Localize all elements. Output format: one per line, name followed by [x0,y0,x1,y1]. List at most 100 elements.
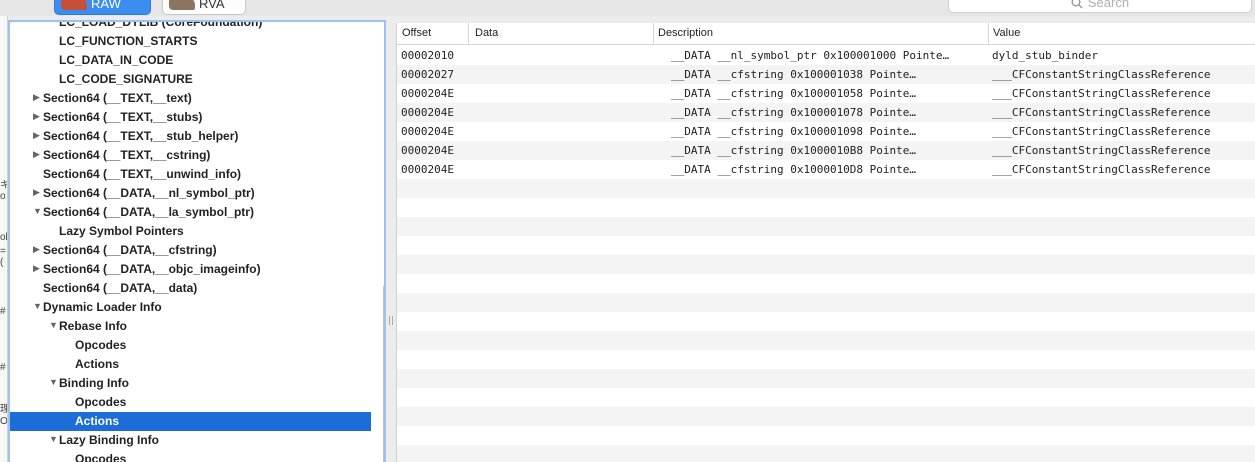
outline-item[interactable]: LC_FUNCTION_STARTS [10,32,371,51]
segment-rva[interactable]: RVA [162,0,246,15]
outline-item-label: Opcodes [75,338,127,352]
disclosure-collapsed-icon[interactable]: ▶ [33,244,40,255]
table-row-empty[interactable] [397,255,1255,274]
outline-item-label: Section64 (__TEXT,__stub_helper) [43,129,239,143]
outline-item[interactable]: Opcodes [10,393,371,412]
disclosure-expanded-icon[interactable]: ▼ [49,377,58,387]
outline-item[interactable]: LC_CODE_SIGNATURE [10,70,371,89]
data-table: Offset Data Description Value 00002010 __… [396,23,1255,462]
segment-rva-label: RVA [199,0,225,11]
outline-item-label: Rebase Info [59,319,128,333]
outline-item[interactable]: ▶ Section64 (__TEXT,__cstring) [10,146,371,165]
outline-item[interactable]: ▼ Rebase Info [10,317,371,336]
column-separator[interactable] [653,23,654,45]
outline-item[interactable]: ▶ Section64 (__TEXT,__stub_helper) [10,127,371,146]
cell-offset: 0000204E [401,87,454,100]
bg-glyph: =( [0,246,6,268]
column-separator[interactable] [988,23,989,45]
outline-item[interactable]: Section64 (__DATA,__data) [10,279,371,298]
cell-offset: 0000204E [401,144,454,157]
disclosure-collapsed-icon[interactable]: ▶ [33,92,40,103]
table-row-empty[interactable] [397,407,1255,426]
table-row-empty[interactable] [397,293,1255,312]
outline-item[interactable]: Actions [10,412,371,431]
table-row[interactable]: 0000204E __DATA __cfstring 0x100001058 Po… [397,84,1255,103]
disclosure-collapsed-icon[interactable]: ▶ [33,149,40,160]
outline-item[interactable]: ▶ Section64 (__DATA,__nl_symbol_ptr) [10,184,371,203]
column-separator[interactable] [468,23,469,45]
table-row[interactable]: 0000204E __DATA __cfstring 0x100001098 Po… [397,122,1255,141]
outline-item-label: Section64 (__TEXT,__unwind_info) [43,167,242,181]
table-row-empty[interactable] [397,274,1255,293]
bg-glyph: o [0,191,6,202]
table-row-empty[interactable] [397,445,1255,462]
table-row-empty[interactable] [397,369,1255,388]
outline-item[interactable]: ▶ Section64 (__DATA,__cfstring) [10,241,371,260]
table-row-empty[interactable] [397,331,1255,350]
split-divider[interactable] [386,16,396,462]
outline-view[interactable]: Opcodes ▼ Lazy Binding Info Actions Opcodes ▼… [8,20,386,462]
table-row-empty[interactable] [397,236,1255,255]
outline-item-label: Actions [75,357,120,371]
outline-item[interactable]: Actions [10,355,371,374]
search-field[interactable]: Search [948,0,1252,13]
outline-item[interactable]: ▼ Section64 (__DATA,__la_symbol_ptr) [10,203,371,222]
outline-item[interactable]: Section64 (__TEXT,__unwind_info) [10,165,371,184]
table-row-empty[interactable] [397,350,1255,369]
outline-item-label: LC_CODE_SIGNATURE [59,72,193,86]
table-row-empty[interactable] [397,198,1255,217]
outline-item[interactable]: Opcodes [10,336,371,355]
disclosure-collapsed-icon[interactable]: ▶ [33,111,40,122]
outline-item[interactable]: ▼ Lazy Binding Info [10,431,371,450]
outline-item-label: LC_LOAD_DYLIB (CoreFoundation) [59,20,263,29]
cell-description: __DATA __cfstring 0x100001038 Pointe… [671,68,917,81]
cell-offset: 00002010 [401,49,454,62]
outline-item[interactable]: Opcodes [10,450,371,462]
disclosure-collapsed-icon[interactable]: ▶ [33,263,40,274]
column-header-data[interactable]: Data [475,27,498,39]
disclosure-expanded-icon[interactable]: ▼ [33,206,42,216]
table-row-empty[interactable] [397,388,1255,407]
table-row-empty[interactable] [397,179,1255,198]
outline-item-label: Binding Info [59,376,129,390]
outline-item[interactable]: LC_LOAD_DYLIB (CoreFoundation) [10,20,371,32]
cell-value: ___CFConstantStringClassReference [992,68,1211,81]
cell-offset: 0000204E [401,106,454,119]
bg-glyph: 理 [0,400,7,415]
table-row-empty[interactable] [397,312,1255,331]
segment-raw[interactable]: RAW [54,0,151,15]
table-row[interactable]: 0000204E __DATA __cfstring 0x1000010B8 Po… [397,141,1255,160]
outline-item-label: Lazy Symbol Pointers [59,224,184,238]
table-row[interactable]: 0000204E __DATA __cfstring 0x100001078 Po… [397,103,1255,122]
table-row[interactable]: 00002027 __DATA __cfstring 0x100001038 Po… [397,65,1255,84]
column-header-description[interactable]: Description [658,27,713,39]
search-placeholder: Search [1087,0,1130,10]
bg-glyph: ok [0,232,7,243]
outline-item[interactable]: Lazy Symbol Pointers [10,222,371,241]
outline-item[interactable]: ▼ Dynamic Loader Info [10,298,371,317]
outline-item[interactable]: ▶ Section64 (__TEXT,__stubs) [10,108,371,127]
outline-item-label: Section64 (__TEXT,__text) [43,91,192,105]
outline-item-label: Section64 (__TEXT,__cstring) [43,148,211,162]
disclosure-expanded-icon[interactable]: ▼ [33,301,42,311]
table-row-empty[interactable] [397,426,1255,445]
outline-item[interactable]: ▶ Section64 (__DATA,__objc_imageinfo) [10,260,371,279]
disclosure-collapsed-icon[interactable]: ▶ [33,187,40,198]
outline-item-label: Section64 (__DATA,__cfstring) [43,243,217,257]
table-row-empty[interactable] [397,217,1255,236]
column-header-value[interactable]: Value [993,27,1020,39]
outline-item[interactable]: LC_DATA_IN_CODE [10,51,371,70]
outline-item[interactable]: ▼ Binding Info [10,374,371,393]
disclosure-expanded-icon[interactable]: ▼ [49,434,58,444]
outline-item-label: LC_DATA_IN_CODE [59,53,174,67]
table-row[interactable]: 0000204E __DATA __cfstring 0x1000010D8 Po… [397,160,1255,179]
cell-value: dyld_stub_binder [992,49,1098,62]
outline-item[interactable]: ▶ Section64 (__TEXT,__text) [10,89,371,108]
outline-item-label: Lazy Binding Info [59,433,159,447]
divider-grip[interactable] [389,316,393,325]
disclosure-collapsed-icon[interactable]: ▶ [33,130,40,141]
cell-value: ___CFConstantStringClassReference [992,125,1211,138]
table-row[interactable]: 00002010 __DATA __nl_symbol_ptr 0x1000010… [397,46,1255,65]
disclosure-expanded-icon[interactable]: ▼ [49,320,58,330]
column-header-offset[interactable]: Offset [402,27,431,39]
